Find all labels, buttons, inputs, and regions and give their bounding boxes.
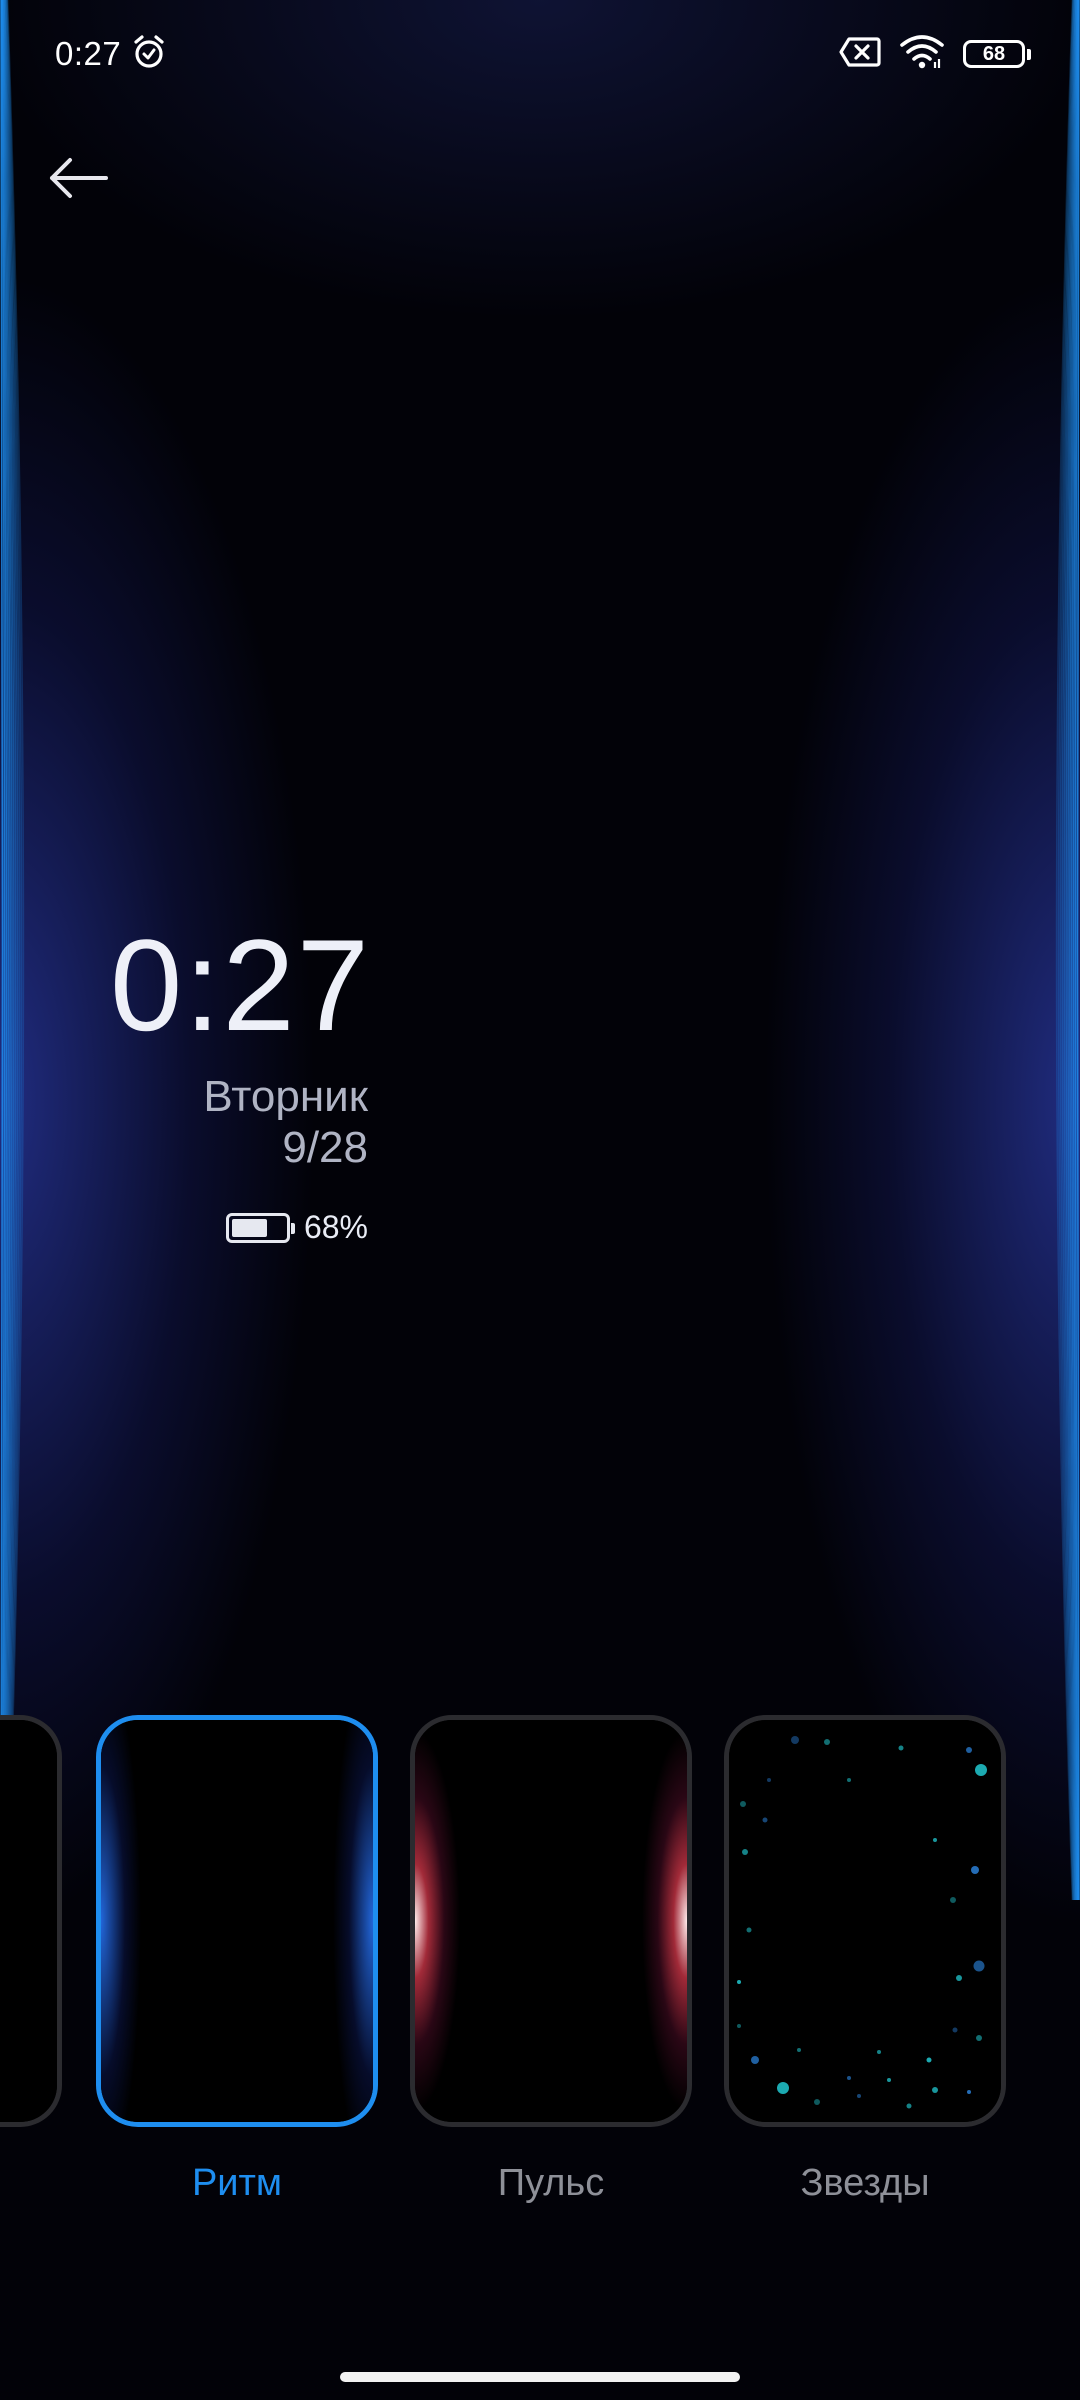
star-particle <box>906 2103 912 2109</box>
star-particle <box>933 1838 937 1842</box>
star-particle <box>762 1817 768 1823</box>
star-particle <box>737 1980 741 1984</box>
home-indicator[interactable] <box>340 2372 740 2382</box>
right-edge-glow-lines <box>1055 0 1080 1900</box>
star-particle <box>926 2057 932 2063</box>
back-button[interactable] <box>40 140 116 216</box>
star-particle <box>814 2099 820 2105</box>
star-particle <box>971 1866 979 1874</box>
preview-time: 0:27 <box>110 912 372 1058</box>
star-particle <box>887 2078 891 2082</box>
status-left: 0:27 <box>55 34 167 75</box>
star-particle <box>824 1739 830 1745</box>
style-card-pulse[interactable] <box>410 1715 692 2127</box>
star-particle <box>740 1801 746 1807</box>
rhythm-preview <box>101 1720 373 2122</box>
status-battery-level: 68 <box>982 42 1006 65</box>
star-particle <box>966 1747 972 1753</box>
star-particle <box>976 2035 982 2041</box>
star-particle <box>973 1960 985 1972</box>
star-particle <box>742 1849 748 1855</box>
star-particle <box>746 1927 752 1933</box>
star-particle <box>956 1975 962 1981</box>
star-particle <box>847 2076 851 2080</box>
star-particle <box>751 2056 759 2064</box>
star-particle <box>791 1736 799 1744</box>
star-particle <box>847 1778 851 1782</box>
left-edge-glow-lines <box>0 0 25 1900</box>
battery-fill <box>231 1218 268 1237</box>
style-card-partial[interactable] <box>0 1715 62 2127</box>
star-particle <box>967 2090 971 2094</box>
style-label-pulse[interactable]: Пульс <box>410 2162 692 2205</box>
always-on-display-preview: 0:27 Вторник 9/28 68% <box>110 912 372 1246</box>
star-particle <box>898 1745 904 1751</box>
battery-icon <box>225 1212 295 1243</box>
star-particle <box>857 2094 861 2098</box>
star-particle <box>797 2048 801 2052</box>
preview-date: 9/28 <box>282 1122 368 1172</box>
preview-battery-percent: 68% <box>303 1209 368 1246</box>
stars-preview <box>729 1720 1001 2122</box>
preview-battery-row: 68% <box>110 1209 368 1246</box>
status-bar: 0:27 68 <box>55 28 1031 80</box>
status-right: 68 <box>839 34 1031 75</box>
star-particle <box>975 1764 987 1776</box>
star-particle <box>950 1897 956 1903</box>
status-time: 0:27 <box>55 35 122 72</box>
battery-icon: 68 <box>963 40 1031 68</box>
style-card-rhythm[interactable] <box>96 1715 378 2127</box>
star-particle <box>877 2050 881 2054</box>
star-particle <box>767 1778 771 1782</box>
wifi-icon <box>899 34 945 75</box>
alarm-clock-icon <box>131 34 167 75</box>
star-particle <box>952 2027 958 2033</box>
preview-weekday: Вторник <box>203 1072 368 1121</box>
sim-missing-icon <box>839 36 881 73</box>
screen: 0:27 68 0:27 Вторник 9/28 68% Ритм Пульс… <box>0 0 1080 2400</box>
star-particle <box>777 2082 789 2094</box>
style-card-stars[interactable] <box>724 1715 1006 2127</box>
arrow-left-icon <box>50 158 108 198</box>
pulse-preview <box>415 1720 687 2122</box>
star-particle <box>737 2024 741 2028</box>
style-label-partial[interactable]: ь <box>0 2162 20 2205</box>
style-label-stars[interactable]: Звезды <box>724 2162 1006 2205</box>
star-particle <box>932 2087 938 2093</box>
style-label-rhythm[interactable]: Ритм <box>96 2162 378 2205</box>
